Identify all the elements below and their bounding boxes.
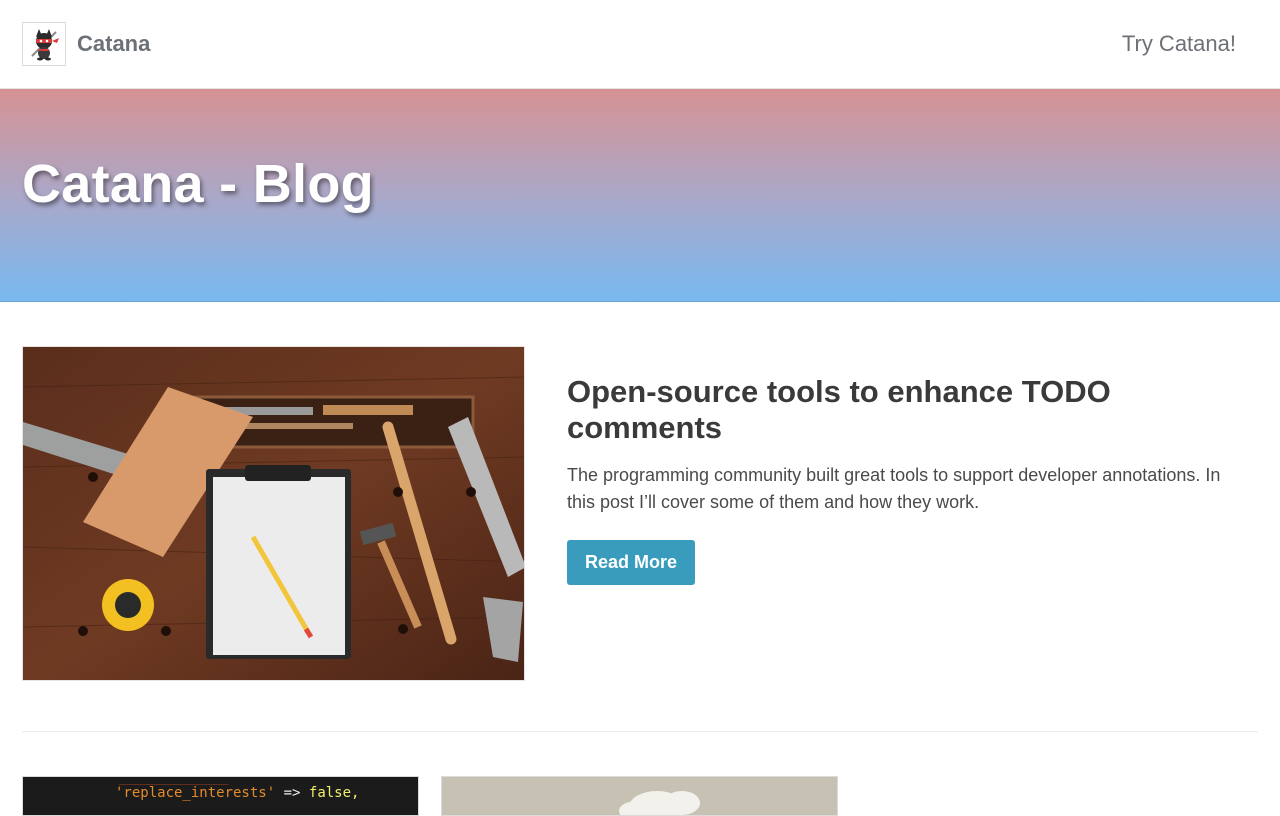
page-title: Catana - Blog xyxy=(22,154,374,214)
ninja-cat-logo-icon xyxy=(22,22,66,66)
hero-banner: Catana - Blog xyxy=(0,89,1280,302)
brand-home-link[interactable]: Catana xyxy=(22,22,150,66)
try-catana-link[interactable]: Try Catana! xyxy=(1122,31,1236,57)
featured-post-excerpt: The programming community built great to… xyxy=(567,465,1221,512)
read-more-button[interactable]: Read More xyxy=(567,540,696,585)
brand-name: Catana xyxy=(77,31,151,56)
code-screen-photo: _____________ xyxy=(119,776,229,785)
code-value: false, xyxy=(308,785,360,801)
featured-post: Open-source tools to enhance TODO commen… xyxy=(567,374,1247,585)
section-divider xyxy=(22,731,1258,732)
code-arrow: => xyxy=(283,785,301,801)
workbench-tools-photo xyxy=(23,347,524,680)
post-thumbnail-code[interactable]: _____________ 'replace_interests' => fal… xyxy=(22,776,419,816)
cloud-photo xyxy=(442,777,837,815)
featured-post-title[interactable]: Open-source tools to enhance TODO commen… xyxy=(567,374,1247,446)
featured-post-image[interactable] xyxy=(22,346,525,681)
top-navbar: Catana Try Catana! xyxy=(0,0,1280,89)
code-key: 'replace_interests' xyxy=(115,785,276,801)
post-thumbnail-cloud[interactable] xyxy=(441,776,838,816)
code-line-text: 'replace_interests' => false, xyxy=(115,785,359,801)
